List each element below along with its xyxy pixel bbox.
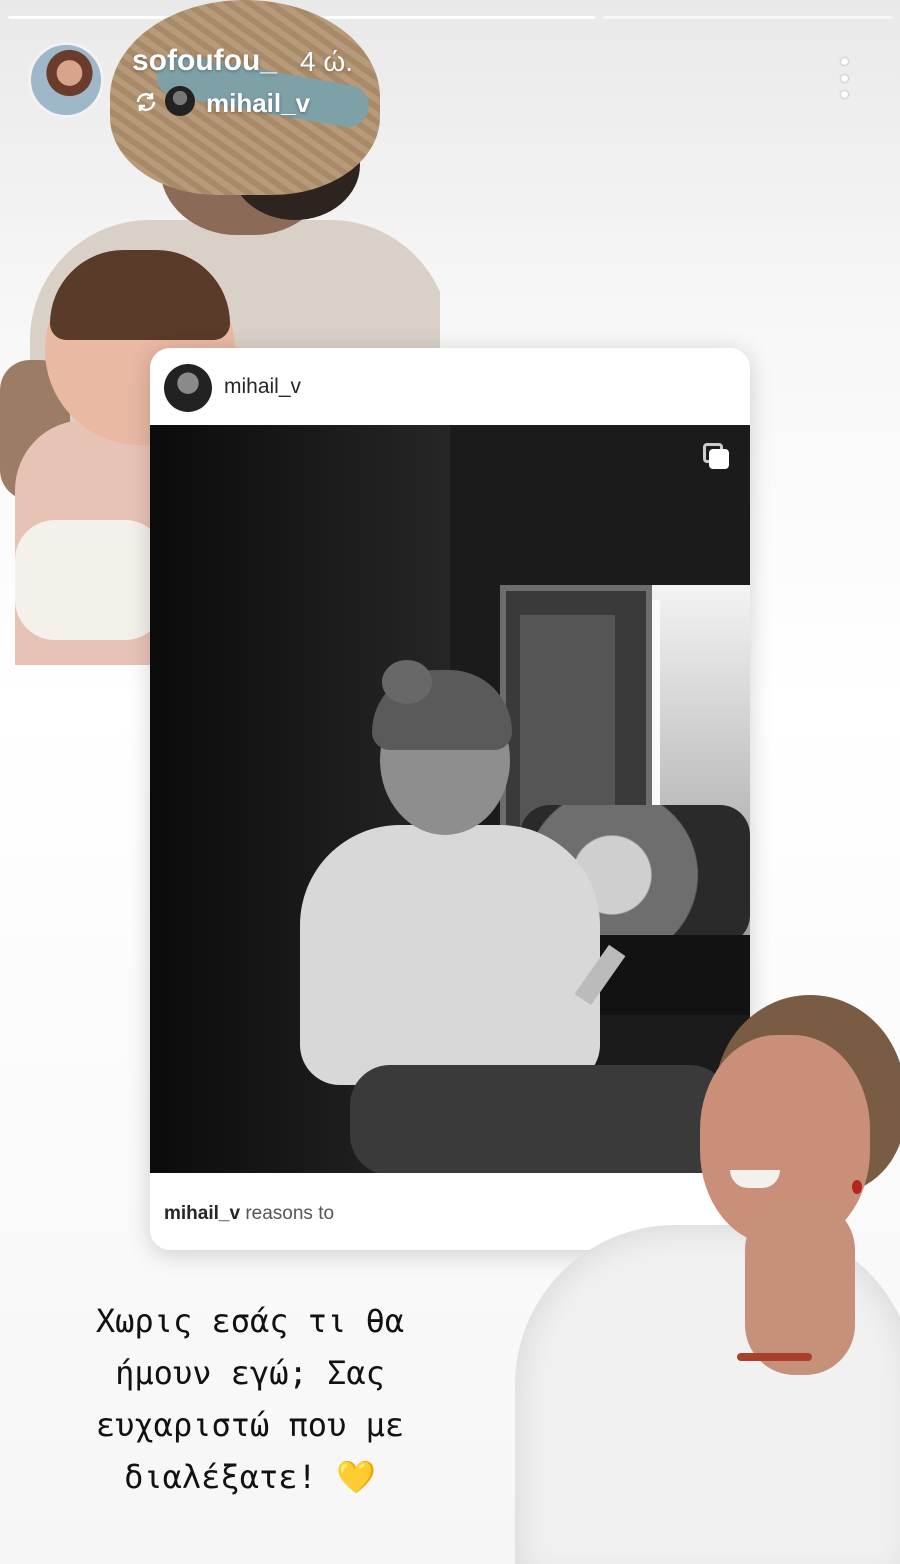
- carousel-icon: [703, 443, 731, 471]
- caption-text: reasons to: [245, 1203, 335, 1224]
- post-author-avatar[interactable]: [164, 364, 212, 412]
- message-line: ευχαριστώ που με: [95, 1406, 405, 1444]
- repost-user-avatar[interactable]: [165, 86, 195, 116]
- message-line: ήμουν εγώ; Σας: [115, 1354, 385, 1392]
- message-line: Χωρις εσάς τι θα: [95, 1302, 405, 1340]
- post-caption: mihail_v reasons to: [164, 1203, 334, 1225]
- repost-username[interactable]: mihail_v: [206, 88, 310, 119]
- caption-username[interactable]: mihail_v: [164, 1203, 240, 1224]
- yellow-heart-icon: 💛: [336, 1458, 376, 1496]
- story-author-username[interactable]: sofoufou_: [132, 44, 277, 78]
- message-line: διαλέξατε! 💛: [70, 1451, 430, 1503]
- more-options-icon[interactable]: [834, 58, 854, 98]
- story-timestamp: 4 ώ.: [300, 46, 353, 77]
- post-author-username[interactable]: mihail_v: [224, 375, 301, 399]
- story-text-message: Χωρις εσάς τι θα ήμουν εγώ; Σας ευχαριστ…: [70, 1295, 430, 1503]
- smiling-woman-sticker: [515, 995, 900, 1564]
- story-author-avatar[interactable]: [28, 42, 104, 118]
- repost-icon: [136, 93, 156, 111]
- progress-segment: [602, 16, 892, 19]
